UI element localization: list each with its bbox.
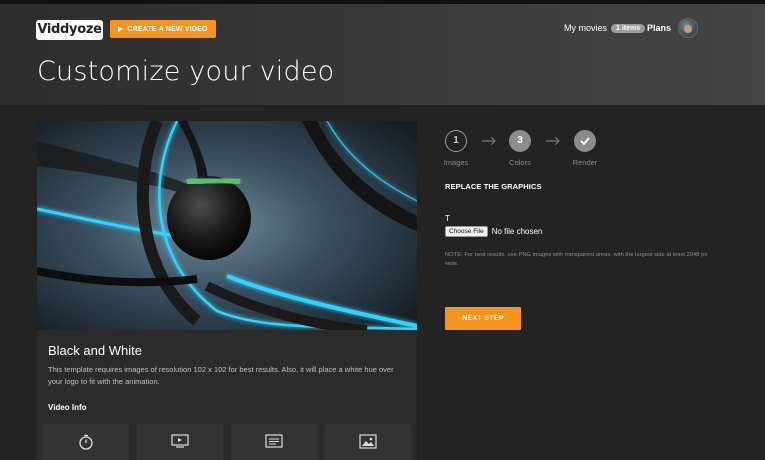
play-icon <box>118 26 124 32</box>
create-new-video-label: CREATE A NEW VIDEO <box>127 25 208 33</box>
graphic-field-label: T <box>445 214 450 223</box>
image-icon <box>359 434 377 449</box>
my-movies-label: My movies <box>564 23 608 33</box>
arrow-right-icon <box>482 136 496 146</box>
resolution-tile <box>137 424 223 460</box>
step-render-label: Render <box>572 158 598 167</box>
step-render-circle <box>574 130 596 152</box>
arrow-right-icon <box>546 136 560 146</box>
video-info-heading: Video Info <box>48 403 87 412</box>
step-images-label: Images <box>443 158 469 167</box>
user-avatar[interactable] <box>678 18 698 38</box>
next-step-button[interactable]: NEXT STEP <box>445 307 521 330</box>
viddyoze-logo[interactable]: Viddyoze <box>36 20 103 40</box>
template-description: This template requires images of resolut… <box>48 365 394 386</box>
step-colors-circle: 3 <box>509 130 531 152</box>
checkmark-icon <box>580 137 590 146</box>
create-new-video-button[interactable]: CREATE A NEW VIDEO <box>110 20 216 38</box>
header-banner: Viddyoze CREATE A NEW VIDEO My movies 1 … <box>0 4 765 105</box>
upload-note: NOTE: For best results, use PNG images w… <box>445 252 708 267</box>
step-images[interactable]: 1 Images <box>434 130 478 167</box>
image-tile <box>325 424 411 460</box>
text-tile <box>231 424 317 460</box>
timer-icon <box>79 434 93 450</box>
video-info-tiles <box>43 424 411 460</box>
file-status-text: No file chosen <box>491 227 543 236</box>
text-icon <box>265 434 283 448</box>
step-colors-label: Colors <box>509 158 531 167</box>
choose-file-button[interactable]: Choose File <box>445 226 488 237</box>
template-title: Black and White <box>48 343 142 358</box>
template-card: Black and White This template requires i… <box>37 121 417 460</box>
step-render[interactable]: Render <box>563 130 607 167</box>
duration-tile <box>43 424 129 460</box>
my-movies-link[interactable]: My movies 1 items <box>564 23 646 33</box>
screen-icon <box>171 434 189 448</box>
replace-graphics-heading: REPLACE THE GRAPHICS <box>445 182 542 191</box>
movies-count-badge: 1 items <box>611 23 646 33</box>
avatar-face <box>684 25 692 33</box>
step-colors[interactable]: 3 Colors <box>498 130 542 167</box>
file-upload-row: Choose File No file chosen <box>445 226 542 237</box>
template-preview-image[interactable] <box>37 121 417 330</box>
preview-graphic <box>37 121 417 330</box>
page-title: Customize your video <box>37 56 335 87</box>
step-images-circle: 1 <box>445 130 467 152</box>
plans-link[interactable]: Plans <box>647 23 671 33</box>
